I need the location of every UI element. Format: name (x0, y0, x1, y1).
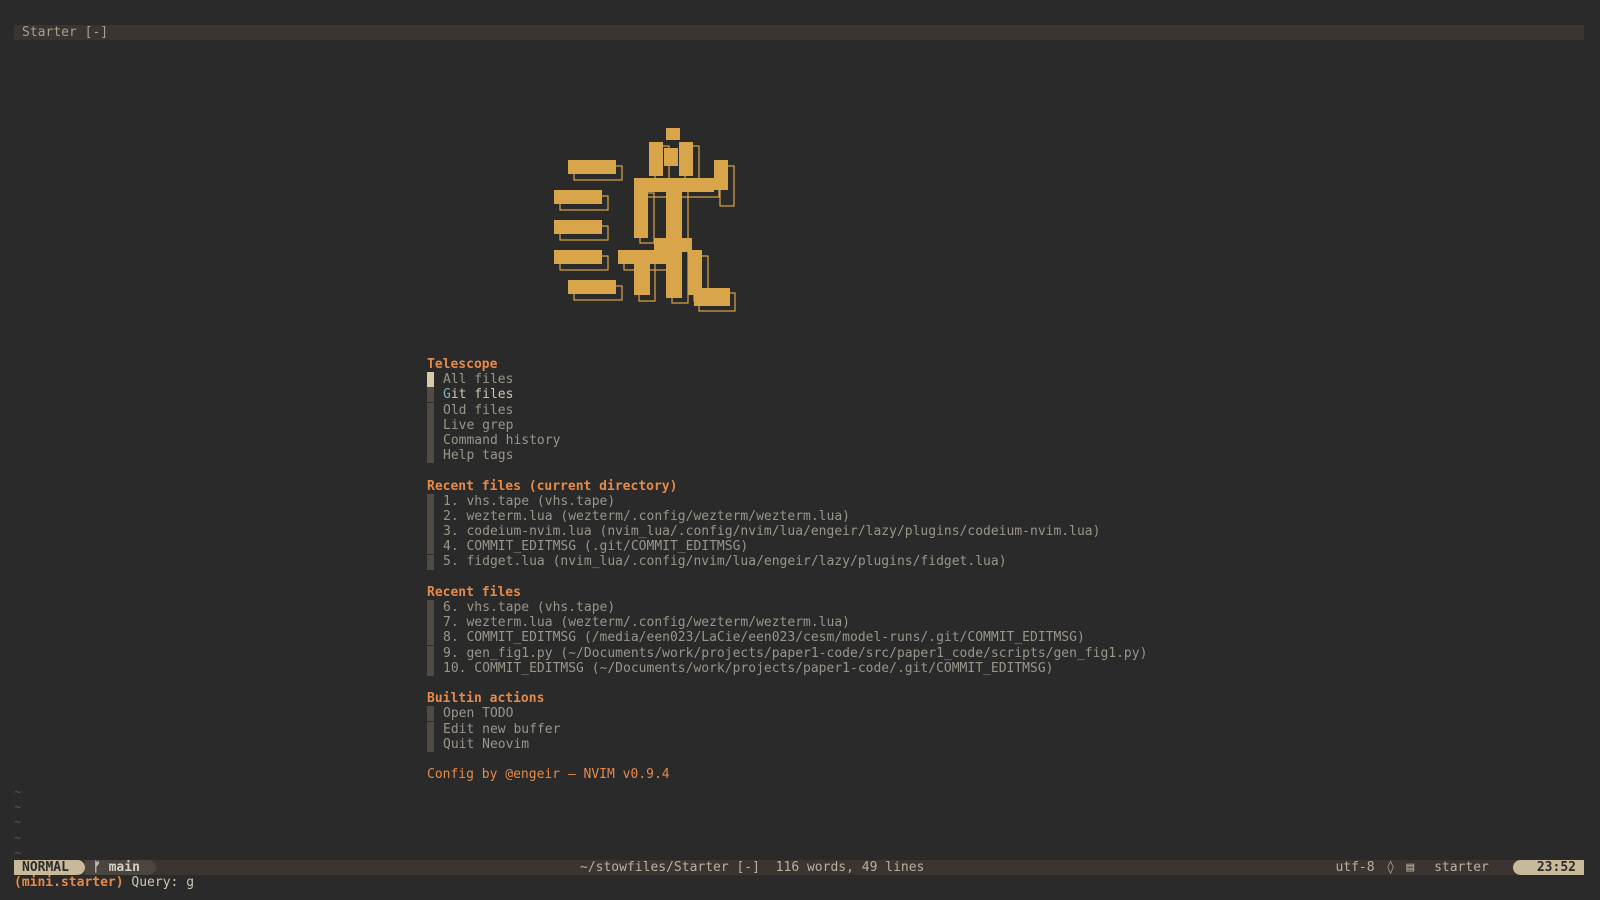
indent-bar (427, 630, 434, 646)
recent-file-item[interactable]: 4. COMMIT_EDITMSG (.git/COMMIT_EDITMSG) (427, 539, 1147, 555)
indent-bar (427, 706, 434, 722)
git-branch-icon: ᚠ (92, 860, 101, 875)
menu-item-old-files[interactable]: Old files (427, 403, 1147, 418)
section-title-builtin: Builtin actions (427, 691, 545, 707)
filetype: starter (1434, 860, 1489, 875)
action-edit-new-buffer[interactable]: Edit new buffer (427, 722, 1147, 737)
tilde-line: ~ (14, 785, 22, 799)
mode-indicator: NORMAL (14, 860, 85, 875)
tilde-line: ~ (14, 815, 22, 830)
recent-file-item[interactable]: 6. vhs.tape (vhs.tape) (427, 600, 1147, 616)
tilde-line: ~ (14, 800, 22, 815)
indent-bar (427, 402, 434, 418)
os-icon: ◊ (1386, 860, 1395, 875)
tilde-line: ~ (14, 830, 22, 845)
menu-item-live-grep[interactable]: Live grep (427, 418, 1147, 433)
statusline: NORMAL ᚠ main ~/stowfiles/Starter [-] 11… (14, 860, 1584, 875)
indent-bar (427, 554, 434, 570)
indent-bar (427, 736, 434, 752)
recent-file-item[interactable]: 2. wezterm.lua (wezterm/.config/wezterm/… (427, 509, 1147, 524)
git-branch: ᚠ main (84, 860, 156, 875)
buffer-tab[interactable]: Starter [-] (14, 25, 1584, 40)
indent-bar (427, 508, 434, 524)
tabline: Starter [-] (14, 25, 1584, 40)
indent-bar (427, 660, 434, 676)
file-path: ~/stowfiles/Starter [-] (580, 860, 761, 875)
indent-bar (427, 433, 434, 449)
indent-bar (427, 600, 434, 616)
footer-config: Config by @engeir — NVIM v0.9.4 (427, 767, 670, 783)
plugin-label: (mini.starter) (14, 875, 124, 890)
indent-bar (427, 493, 434, 509)
section-title-recent: Recent files (427, 584, 521, 600)
menu-item-command-history[interactable]: Command history (427, 433, 1147, 449)
indent-bar (427, 417, 434, 433)
menu-item-git-files[interactable]: Git files (427, 387, 1147, 403)
recent-file-item[interactable]: 9. gen_fig1.py (~/Documents/work/project… (427, 646, 1147, 661)
query-label: Query: (131, 875, 179, 890)
cursor (427, 372, 434, 388)
indent-bar (427, 387, 434, 403)
action-quit-neovim[interactable]: Quit Neovim (427, 737, 1147, 752)
recent-file-item[interactable]: 1. vhs.tape (vhs.tape) (427, 494, 1147, 509)
file-info: ~/stowfiles/Starter [-] 116 words, 49 li… (580, 860, 924, 875)
indent-bar (427, 721, 434, 737)
action-open-todo[interactable]: Open TODO (427, 706, 1147, 722)
filetype-icon: ▤ (1406, 860, 1415, 875)
word-count: 116 words, 49 lines (775, 860, 925, 875)
indent-bar (427, 524, 434, 540)
recent-file-item[interactable]: 8. COMMIT_EDITMSG (/media/een023/LaCie/e… (427, 630, 1147, 646)
recent-file-item[interactable]: 3. codeium-nvim.lua (nvim_lua/.config/nv… (427, 524, 1147, 540)
menu-item-help-tags[interactable]: Help tags (427, 448, 1147, 464)
indent-bar (427, 615, 434, 631)
query-match: G (443, 387, 451, 403)
recent-file-item[interactable]: 7. wezterm.lua (wezterm/.config/wezterm/… (427, 615, 1147, 631)
menu-item-all-files[interactable]: All files (427, 372, 1147, 388)
section-title-telescope: Telescope (427, 357, 498, 372)
starter-menu: Telescope All files Git files Old files … (427, 357, 1147, 782)
tilde-line: ~ (14, 845, 22, 860)
recent-file-item[interactable]: 10. COMMIT_EDITMSG (~/Documents/work/pro… (427, 661, 1147, 676)
clock: 23:52 (1512, 860, 1584, 875)
header-logo (554, 128, 744, 327)
recent-file-item[interactable]: 5. fidget.lua (nvim_lua/.config/nvim/lua… (427, 554, 1147, 570)
encoding: utf-8 (1335, 860, 1375, 875)
indent-bar (427, 448, 434, 464)
section-title-recent-cwd: Recent files (current directory) (427, 478, 678, 494)
query-input[interactable]: g (186, 875, 194, 890)
indent-bar (427, 645, 434, 661)
indent-bar (427, 539, 434, 555)
empty-lines: ~ ~ ~ ~ ~ (14, 785, 21, 861)
command-line[interactable]: (mini.starter) Query: g (14, 875, 194, 890)
